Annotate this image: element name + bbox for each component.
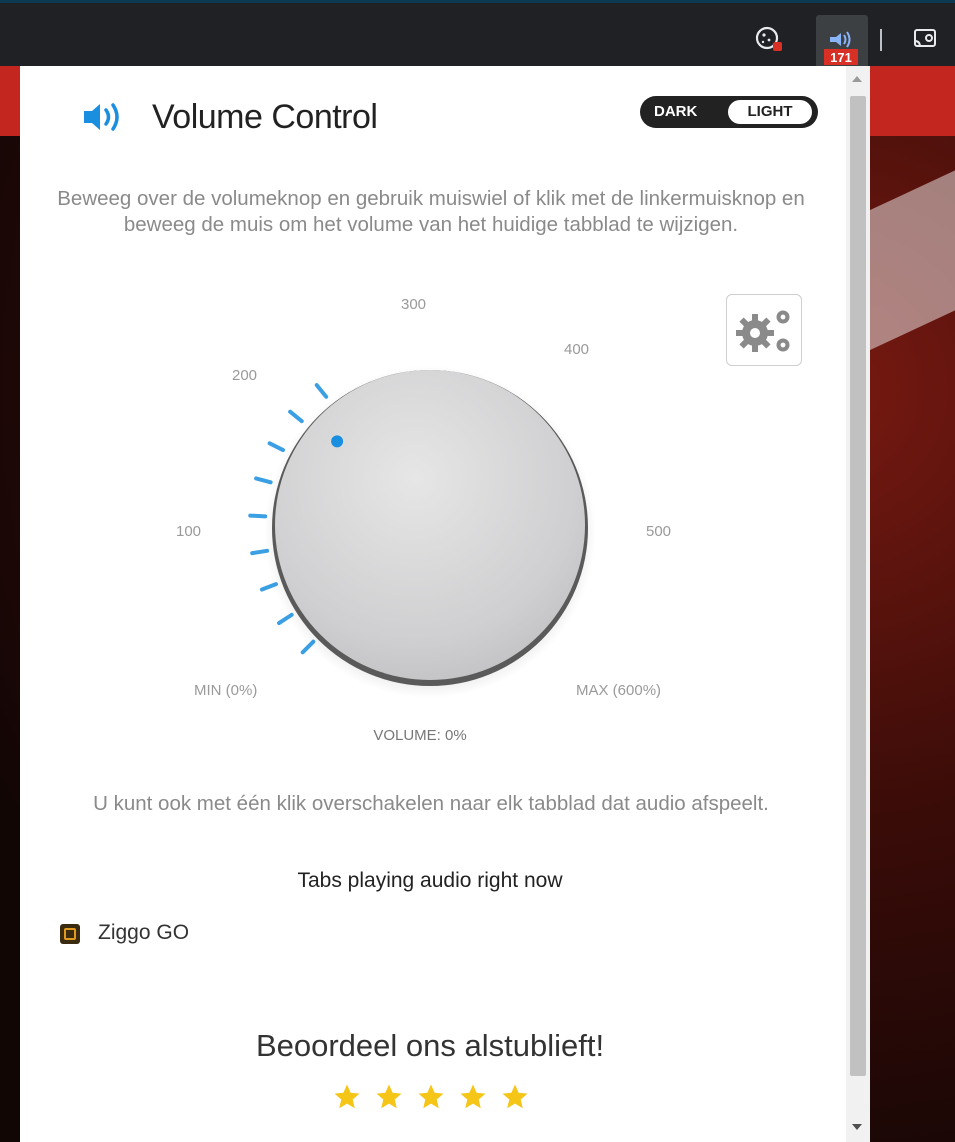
volume-tick [314, 383, 329, 399]
audio-tabs-heading: Tabs playing audio right now [297, 869, 563, 892]
dial-label-max: MAX (600%) [576, 682, 662, 699]
dial-label-300: 300 [401, 296, 427, 313]
scroll-down-arrow[interactable] [852, 1124, 862, 1130]
rating-heading: Beoordeel ons alstublieft! [255, 1028, 605, 1063]
star-icon[interactable] [416, 1082, 446, 1112]
dial-label-400: 400 [564, 341, 590, 358]
volume-knob[interactable] [275, 370, 585, 680]
cookie-icon[interactable] [753, 23, 785, 55]
knob-indicator [331, 435, 344, 448]
gears-icon [736, 310, 790, 352]
browser-toolbar: 171 [0, 0, 955, 69]
extension-badge: 171 [830, 50, 852, 65]
settings-button[interactable] [726, 294, 802, 366]
audio-tab-label[interactable]: Ziggo GO [98, 921, 189, 945]
dial-label-min: MIN (0%) [194, 682, 258, 699]
volume-tick [267, 441, 285, 453]
volume-tick [248, 513, 268, 519]
audio-tabs-hint: U kunt ook met één klik overschakelen na… [93, 792, 769, 815]
volume-tick [288, 409, 304, 424]
volume-badge-icon[interactable]: 171 [816, 15, 868, 69]
volume-readout: VOLUME: 0% [373, 727, 467, 744]
dial-label-500: 500 [646, 523, 672, 540]
star-icon[interactable] [332, 1082, 362, 1112]
volume-control-popup: Volume Control DARK LIGHT Beweeg over de… [20, 66, 870, 1142]
volume-dial [248, 366, 596, 698]
dial-label-200: 200 [232, 367, 258, 384]
star-icon[interactable] [374, 1082, 404, 1112]
ziggo-go-icon [60, 924, 80, 944]
dial-label-100: 100 [176, 523, 202, 540]
star-icon[interactable] [500, 1082, 530, 1112]
scrollbar[interactable] [846, 66, 870, 1142]
volume-tick [250, 548, 270, 556]
rating-stars [332, 1082, 542, 1112]
scrollbar-thumb[interactable] [850, 96, 866, 1076]
cast-icon[interactable] [910, 23, 942, 55]
star-icon[interactable] [458, 1082, 488, 1112]
volume-tick [254, 476, 273, 485]
toolbar-divider [880, 29, 882, 51]
scroll-up-arrow[interactable] [852, 76, 862, 82]
